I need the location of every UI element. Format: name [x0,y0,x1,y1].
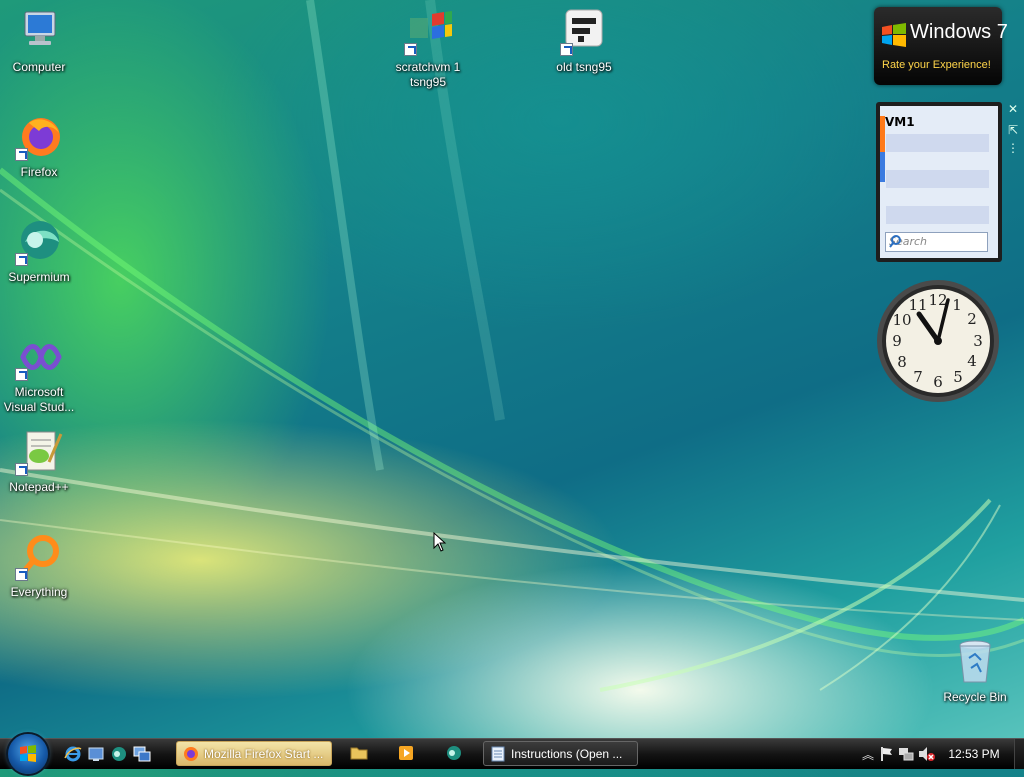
feed-panel: VM1 Search [880,106,998,258]
desktop-icon-label: Computer [12,60,66,74]
desktop-icon-label: old tsng95 [556,60,612,74]
svg-text:4: 4 [967,352,977,370]
desktop-icon-label: Notepad++ [9,480,69,494]
size-icon[interactable]: ⇱ [1007,124,1019,136]
notepad-icon [490,746,506,762]
network-share-icon [560,8,608,56]
volume-muted-icon[interactable] [917,746,935,765]
shortcut-arrow-icon [15,368,28,381]
shortcut-arrow-icon [15,253,28,266]
feed-search-input[interactable]: Search [885,232,988,252]
desktop-icon-recycle-bin[interactable]: Recycle Bin [936,638,1014,705]
supermium-icon [15,218,63,266]
start-button[interactable] [8,734,48,774]
desktop-icon-label: Supermium [8,270,70,284]
desktop-icon-everything[interactable]: Everything [0,533,78,600]
supermium-icon[interactable] [110,745,128,763]
taskbar-button-label: Mozilla Firefox Start ... [204,747,324,761]
desktop-icon-label: Microsoft Visual Stud... [3,385,75,414]
recycle-bin-icon [951,638,999,686]
taskbar-button-instructions[interactable]: Instructions (Open ... [483,741,638,766]
media-player-icon [398,745,414,761]
feed-title: VM1 [885,115,915,129]
notepadpp-icon [15,428,63,476]
taskbar-button-supermium[interactable] [440,741,472,766]
svg-text:1: 1 [952,296,962,314]
svg-text:6: 6 [933,373,943,391]
rate-experience-link[interactable]: Rate your Experience! [882,59,991,71]
taskbar-button-explorer[interactable] [344,741,376,766]
gadget-title: Windows 7 [910,21,1008,43]
firefox-icon [183,746,199,762]
feed-tab-blue [880,152,885,182]
desktop-icon-firefox[interactable]: Firefox [0,113,78,180]
taskbar: Mozilla Firefox Start ... Instructions (… [0,734,1024,774]
mouse-cursor-icon [433,532,447,552]
svg-text:2: 2 [967,310,977,328]
visual-studio-icon [15,333,63,381]
feed-headlines-gadget[interactable]: VM1 Search [876,102,1002,262]
shortcut-arrow-icon [15,148,28,161]
svg-text:3: 3 [973,332,983,350]
windows-orb-icon [20,745,36,762]
drag-handle-icon[interactable]: ⋮ [1007,142,1019,154]
taskbar-button-media-player[interactable] [392,741,424,766]
show-hidden-icons-icon[interactable]: ︽ [862,746,874,763]
windows-flag-icon [404,8,452,56]
desktop-icon-label: scratchvm 1 tsng95 [395,60,461,89]
taskbar-button-label: Instructions (Open ... [511,747,623,761]
search-icon[interactable] [889,235,984,251]
feed-item[interactable] [886,170,989,188]
feed-item[interactable] [886,206,989,224]
switch-windows-icon[interactable] [133,745,151,763]
desktop-icon-scratchvm[interactable]: scratchvm 1 tsng95 [389,8,467,90]
desktop-icon-label: Everything [10,585,68,599]
desktop-icon-computer[interactable]: Computer [0,8,78,75]
desktop-icon-label: Recycle Bin [943,690,1007,704]
svg-text:11: 11 [908,296,927,314]
shortcut-arrow-icon [15,463,28,476]
desktop-icon-notepadpp[interactable]: Notepad++ [0,428,78,495]
shortcut-arrow-icon [15,568,28,581]
desktop-icon-old-tsng95[interactable]: old tsng95 [545,8,623,75]
analog-clock-icon: 12 12 345 678 91011 [877,280,999,402]
shortcut-arrow-icon [560,43,573,56]
desktop-icon-visual-studio[interactable]: Microsoft Visual Stud... [0,333,78,415]
show-desktop-icon[interactable] [87,745,105,763]
svg-text:8: 8 [897,353,907,371]
svg-text:7: 7 [913,368,923,386]
computer-icon [15,8,63,56]
svg-text:9: 9 [892,332,902,350]
action-center-flag-icon[interactable] [880,746,894,765]
desktop-icon-supermium[interactable]: Supermium [0,218,78,285]
folder-icon [350,745,368,761]
svg-text:5: 5 [953,368,963,386]
feed-item[interactable] [886,134,989,152]
system-clock[interactable]: 12:53 PM [946,739,1002,769]
taskbar-button-firefox[interactable]: Mozilla Firefox Start ... [176,741,332,766]
wallpaper-swooshes [0,0,1024,692]
windows7-gadget[interactable]: Windows 7 Rate your Experience! [874,7,1008,85]
windows-logo-icon [880,21,908,52]
internet-explorer-icon[interactable] [64,745,82,763]
clock-gadget[interactable]: 12 1 2 345 678 9 10 11 [875,278,1001,404]
close-icon[interactable]: ✕ [1007,103,1019,115]
everything-search-icon [15,533,63,581]
show-desktop-button[interactable] [1014,739,1024,769]
firefox-icon [15,113,63,161]
desktop-icon-label: Firefox [20,165,58,179]
shortcut-arrow-icon [404,43,417,56]
network-icon[interactable] [898,746,914,765]
supermium-icon [446,745,462,761]
